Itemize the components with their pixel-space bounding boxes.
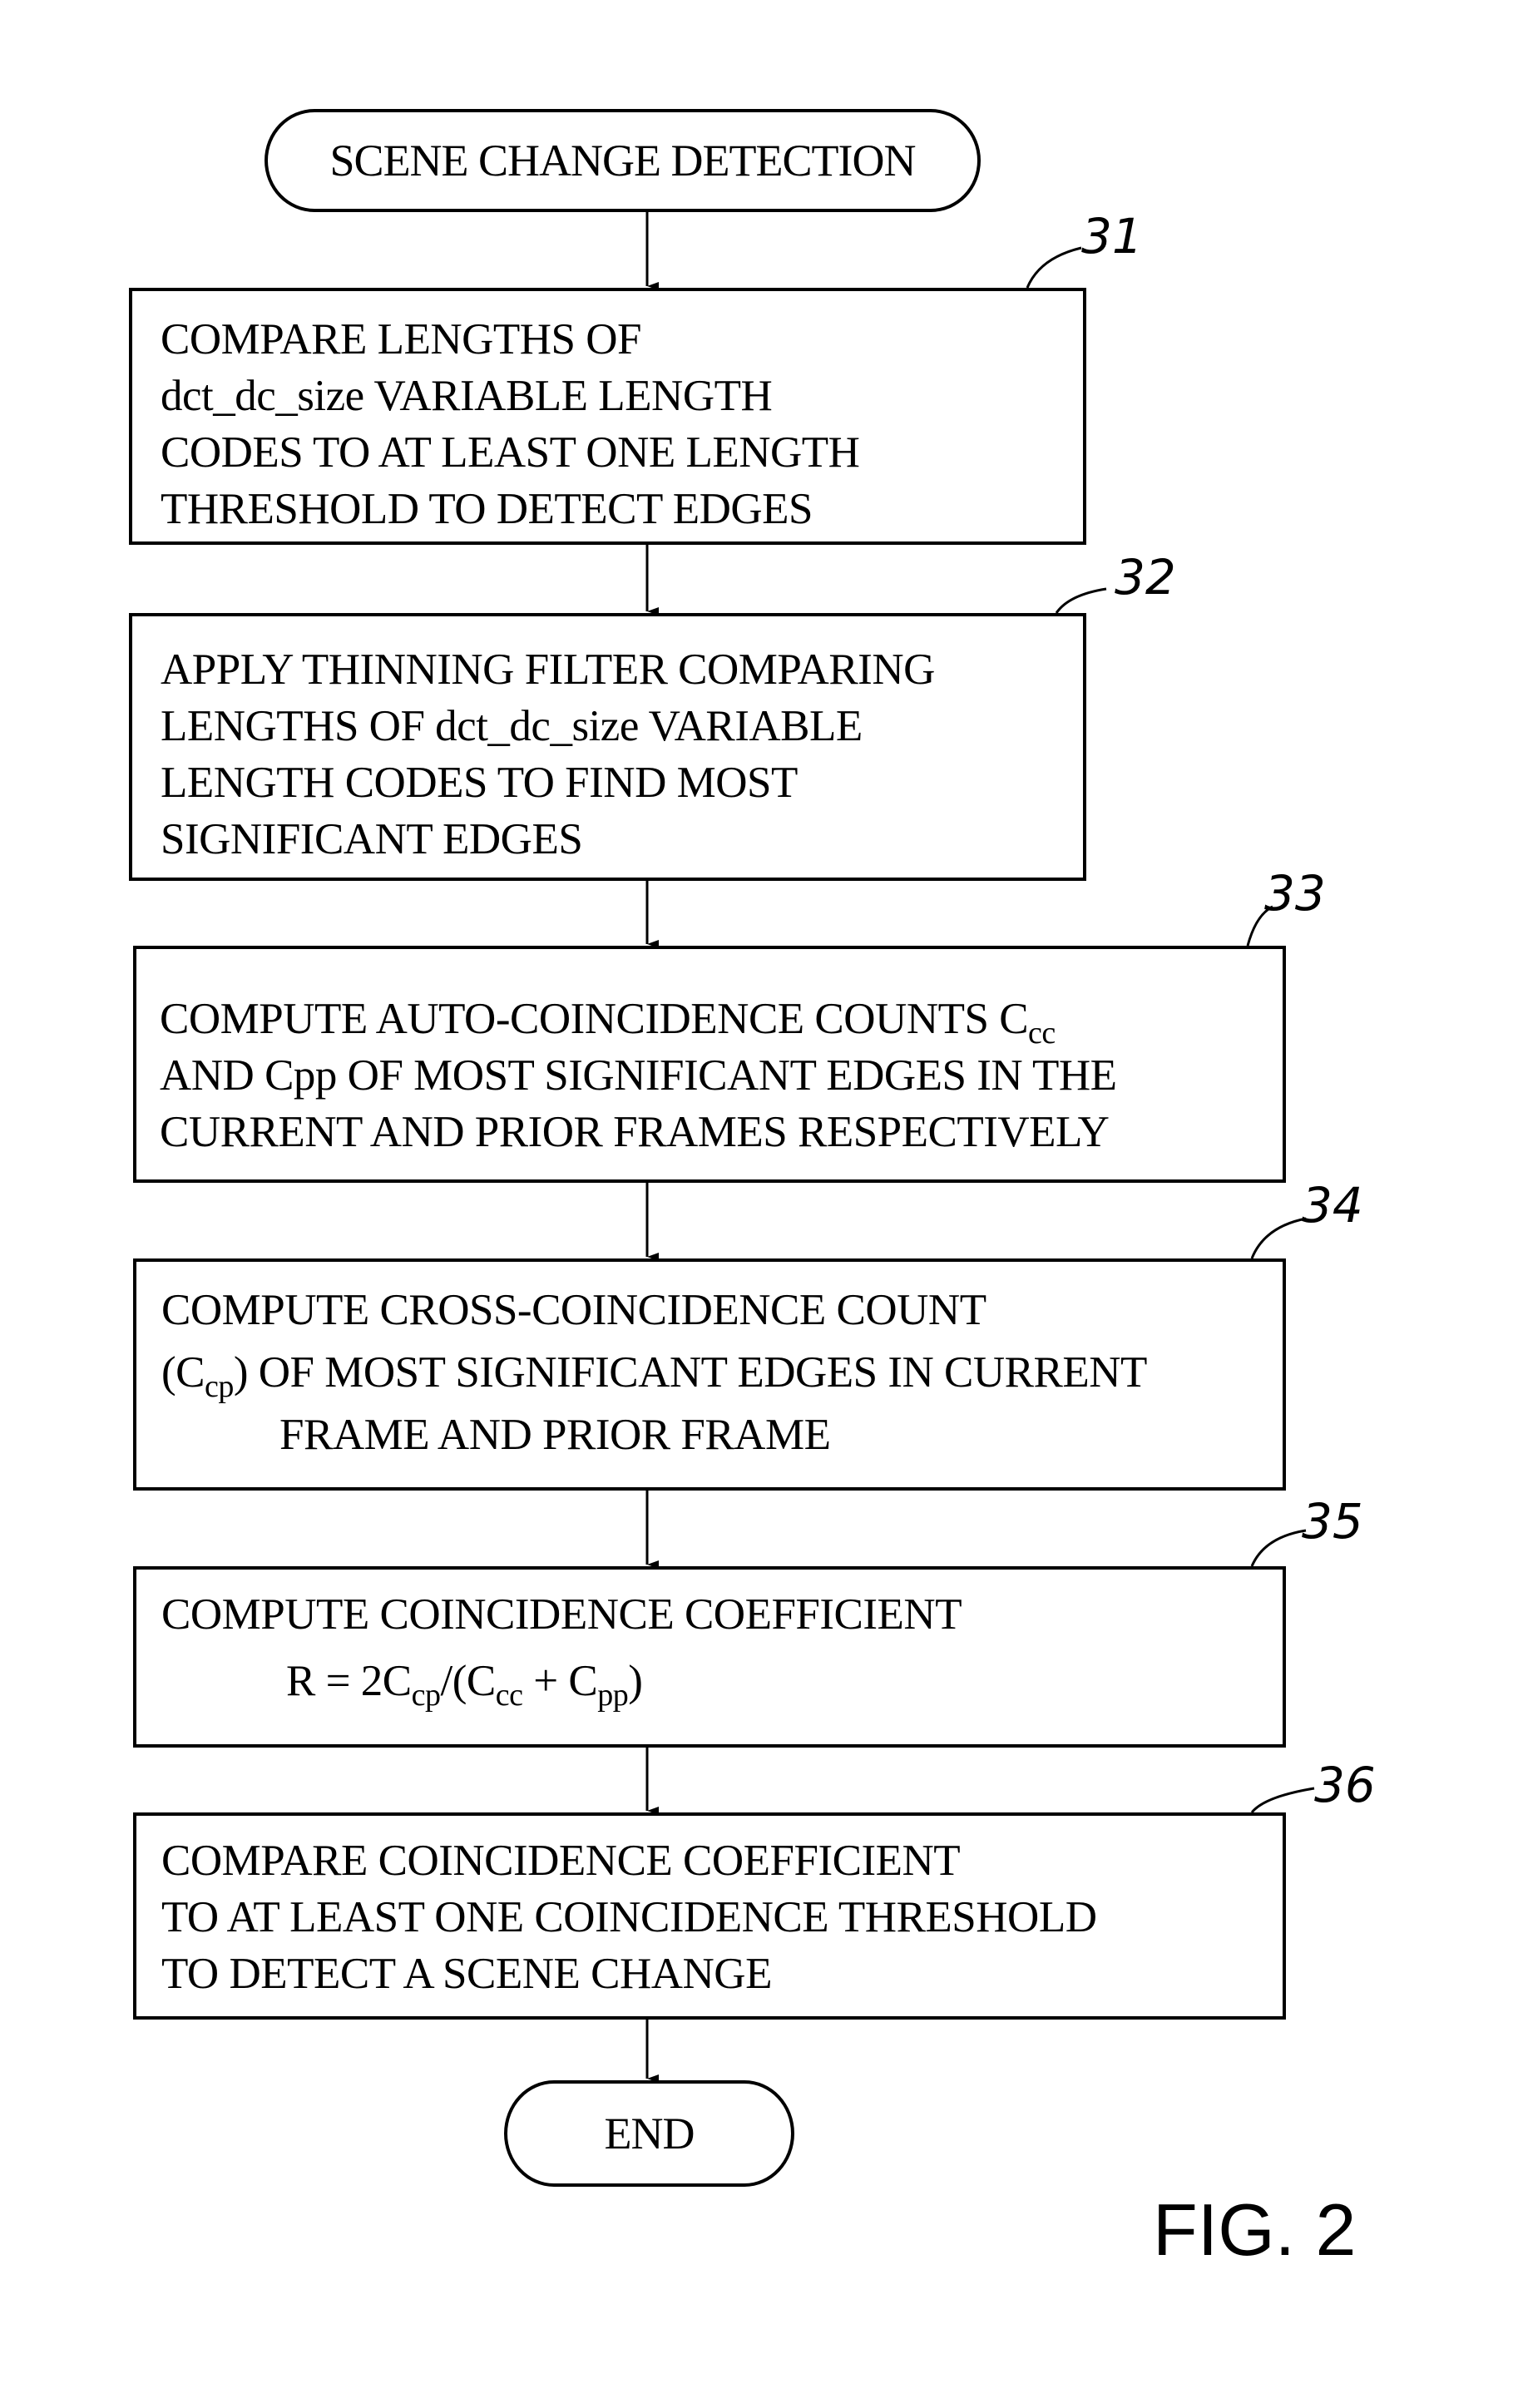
step-31-box: COMPARE LENGTHS OF dct_dc_size VARIABLE …: [129, 288, 1086, 545]
step-36-line: COMPARE COINCIDENCE COEFFICIENT: [161, 1837, 961, 1885]
ref-numeral-31: 31: [1081, 208, 1143, 265]
figure-label: FIG. 2: [1153, 2188, 1357, 2271]
subscript-cp: cp: [205, 1369, 234, 1404]
step-36-box: COMPARE COINCIDENCE COEFFICIENT TO AT LE…: [133, 1812, 1286, 2020]
ref-numeral-33: 33: [1264, 865, 1326, 922]
step-34-line: COMPUTE CROSS-COINCIDENCE COUNT: [161, 1286, 986, 1334]
step-36-line: TO DETECT A SCENE CHANGE: [161, 1950, 772, 1998]
step-35-box: COMPUTE COINCIDENCE COEFFICIENT R = 2Ccp…: [133, 1566, 1286, 1748]
start-label: SCENE CHANGE DETECTION: [329, 136, 917, 185]
step-32-line: APPLY THINNING FILTER COMPARING: [161, 645, 935, 694]
step-32-line: LENGTHS OF dct_dc_size VARIABLE: [161, 702, 863, 750]
step-35-line: COMPUTE COINCIDENCE COEFFICIENT: [161, 1590, 962, 1639]
step-31-line: THRESHOLD TO DETECT EDGES: [161, 485, 813, 533]
end-label: END: [604, 2109, 695, 2158]
step-33-line: CURRENT AND PRIOR FRAMES RESPECTIVELY: [160, 1108, 1110, 1156]
ref-numeral-32: 32: [1115, 549, 1176, 606]
step-31-line: dct_dc_size VARIABLE LENGTH: [161, 372, 773, 420]
step-31-line: COMPARE LENGTHS OF: [161, 315, 642, 363]
step-32-line: SIGNIFICANT EDGES: [161, 815, 583, 863]
step-31-line: CODES TO AT LEAST ONE LENGTH: [161, 428, 860, 477]
step-33-box: COMPUTE AUTO-COINCIDENCE COUNTS Ccc AND …: [133, 946, 1286, 1183]
coincidence-formula: R = 2Ccp/(Ccc + Cpp): [286, 1657, 643, 1713]
step-34-box: COMPUTE CROSS-COINCIDENCE COUNT (Ccp) OF…: [133, 1258, 1286, 1491]
ref-numeral-36: 36: [1314, 1757, 1376, 1813]
step-32-line: LENGTH CODES TO FIND MOST: [161, 759, 798, 807]
step-33-line: COMPUTE AUTO-COINCIDENCE COUNTS Ccc: [160, 995, 1056, 1051]
step-34-line: FRAME AND PRIOR FRAME: [279, 1411, 831, 1459]
start-terminal: SCENE CHANGE DETECTION: [265, 109, 981, 212]
subscript-cc: cc: [1028, 1016, 1056, 1051]
ref-numeral-34: 34: [1302, 1177, 1363, 1234]
end-terminal: END: [504, 2080, 794, 2187]
leader-34: [1250, 1217, 1307, 1259]
ref-numeral-35: 35: [1302, 1493, 1363, 1550]
step-36-line: TO AT LEAST ONE COINCIDENCE THRESHOLD: [161, 1893, 1097, 1941]
leader-32: [1055, 587, 1107, 614]
step-32-box: APPLY THINNING FILTER COMPARING LENGTHS …: [129, 613, 1086, 881]
leader-36: [1250, 1787, 1315, 1813]
leader-35: [1250, 1529, 1307, 1567]
leader-31: [1026, 246, 1082, 289]
step-34-line: (Ccp) OF MOST SIGNIFICANT EDGES IN CURRE…: [161, 1348, 1147, 1404]
step-33-line: AND Cpp OF MOST SIGNIFICANT EDGES IN THE: [160, 1051, 1117, 1100]
